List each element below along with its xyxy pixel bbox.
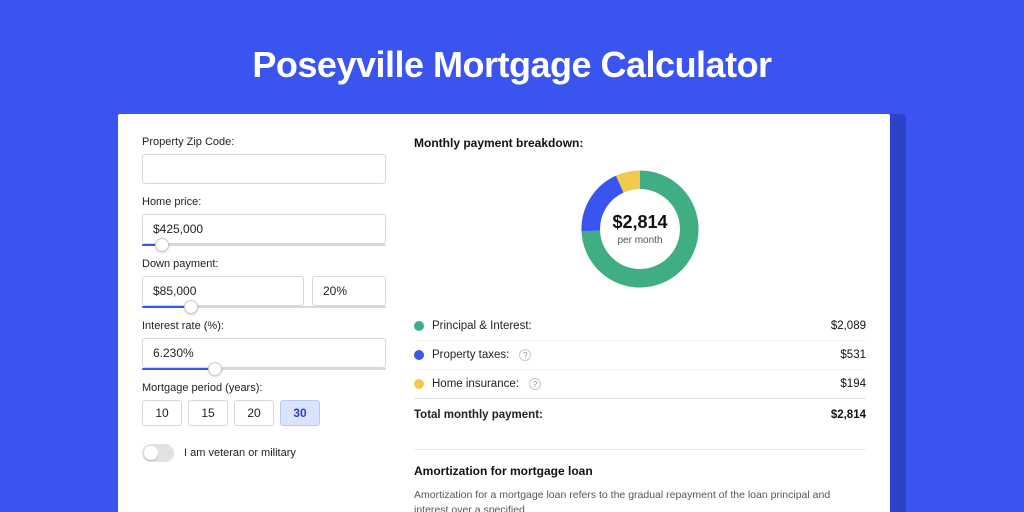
slider-down-payment[interactable] [142, 306, 386, 308]
veteran-label: I am veteran or military [184, 447, 296, 459]
dot-icon [414, 321, 424, 331]
legend-row-total: Total monthly payment: $2,814 [414, 398, 866, 429]
field-home-price: Home price: [142, 196, 386, 246]
legend-row-principal: Principal & Interest: $2,089 [414, 312, 866, 340]
input-zip[interactable] [142, 154, 386, 184]
input-down-payment[interactable] [142, 276, 304, 306]
panel-shadow: Property Zip Code: Home price: Down paym… [118, 114, 906, 512]
toggle-knob [144, 446, 158, 460]
legend: Principal & Interest: $2,089 Property ta… [414, 312, 866, 429]
field-mortgage-period: Mortgage period (years): 10 15 20 30 [142, 382, 386, 426]
help-icon[interactable]: ? [529, 378, 541, 390]
legend-label: Home insurance: [432, 378, 519, 390]
slider-thumb[interactable] [184, 300, 198, 314]
legend-value: $531 [840, 349, 866, 361]
legend-row-taxes: Property taxes: ? $531 [414, 340, 866, 369]
donut-sub: per month [617, 235, 662, 246]
field-down-payment: Down payment: [142, 258, 386, 308]
donut-chart: $2,814 per month [575, 164, 705, 294]
legend-label: Property taxes: [432, 349, 509, 361]
slider-interest-rate[interactable] [142, 368, 386, 370]
slider-home-price[interactable] [142, 244, 386, 246]
input-down-payment-pct[interactable] [312, 276, 386, 306]
legend-row-insurance: Home insurance: ? $194 [414, 369, 866, 398]
period-segmented: 10 15 20 30 [142, 400, 386, 426]
label-home-price: Home price: [142, 196, 386, 208]
legend-label: Principal & Interest: [432, 320, 532, 332]
help-icon[interactable]: ? [519, 349, 531, 361]
period-option-30[interactable]: 30 [280, 400, 320, 426]
donut-center: $2,814 per month [575, 164, 705, 294]
hero: Poseyville Mortgage Calculator [0, 0, 1024, 86]
slider-thumb[interactable] [155, 238, 169, 252]
field-zip: Property Zip Code: [142, 136, 386, 184]
dot-icon [414, 350, 424, 360]
input-interest-rate[interactable] [142, 338, 386, 368]
slider-fill [142, 368, 215, 370]
period-option-10[interactable]: 10 [142, 400, 182, 426]
amortization-section: Amortization for mortgage loan Amortizat… [414, 449, 866, 512]
slider-thumb[interactable] [208, 362, 222, 376]
legend-value: $2,089 [831, 320, 866, 332]
dot-icon [414, 379, 424, 389]
calculator-panel: Property Zip Code: Home price: Down paym… [118, 114, 890, 512]
amortization-title: Amortization for mortgage loan [414, 464, 866, 478]
breakdown-title: Monthly payment breakdown: [414, 136, 866, 150]
form-column: Property Zip Code: Home price: Down paym… [142, 136, 386, 512]
label-zip: Property Zip Code: [142, 136, 386, 148]
legend-value: $194 [840, 378, 866, 390]
period-option-15[interactable]: 15 [188, 400, 228, 426]
page-title: Poseyville Mortgage Calculator [0, 44, 1024, 86]
label-interest-rate: Interest rate (%): [142, 320, 386, 332]
breakdown-column: Monthly payment breakdown: $2,814 per mo… [414, 136, 866, 512]
label-down-payment: Down payment: [142, 258, 386, 270]
period-option-20[interactable]: 20 [234, 400, 274, 426]
total-value: $2,814 [831, 409, 866, 421]
veteran-row: I am veteran or military [142, 444, 386, 462]
label-mortgage-period: Mortgage period (years): [142, 382, 386, 394]
donut-wrap: $2,814 per month [414, 160, 866, 312]
input-home-price[interactable] [142, 214, 386, 244]
donut-amount: $2,814 [612, 212, 667, 233]
veteran-toggle[interactable] [142, 444, 174, 462]
field-interest-rate: Interest rate (%): [142, 320, 386, 370]
amortization-text: Amortization for a mortgage loan refers … [414, 488, 866, 512]
total-label: Total monthly payment: [414, 409, 543, 421]
